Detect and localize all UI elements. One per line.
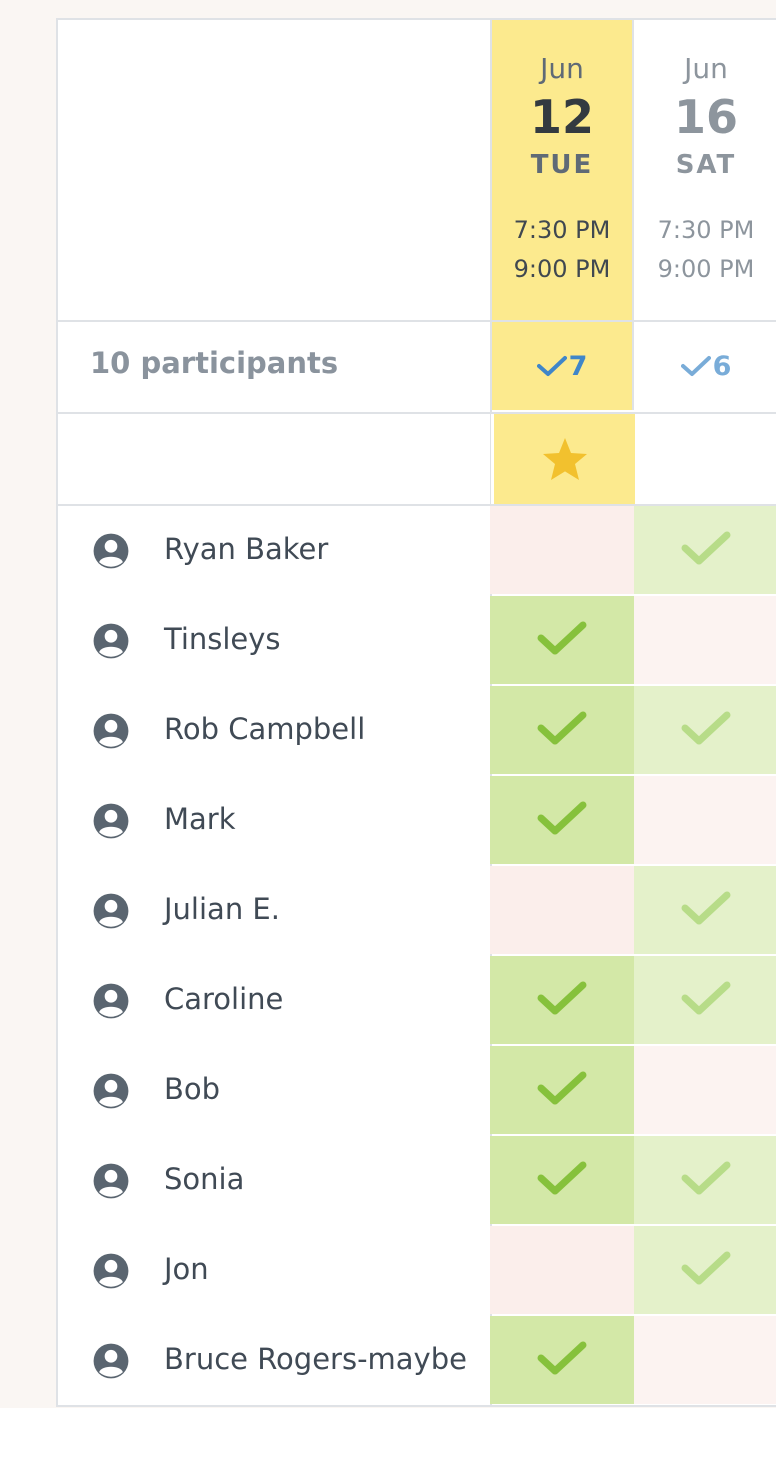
answer-cell-2-no [634, 1046, 776, 1134]
check-icon [536, 356, 567, 376]
check-icon [537, 1160, 587, 1200]
time-end: 9:00 PM [657, 255, 755, 283]
date-month: Jun [540, 52, 584, 85]
check-icon [537, 1070, 587, 1110]
participant-row: Mark [58, 776, 776, 866]
answer-cell-1-no [490, 866, 634, 954]
check-icon [681, 1250, 731, 1290]
answer-cell-1-yes [490, 1136, 634, 1224]
participant-name: Mark [164, 802, 236, 836]
time-start: 7:30 PM [657, 216, 755, 244]
user-avatar-icon [92, 712, 130, 750]
answer-cell-1-yes [490, 596, 634, 684]
best-option-row [58, 412, 776, 506]
answer-cell-2-yes [634, 1226, 776, 1314]
participant-name: Sonia [164, 1162, 245, 1196]
poll-table: Jun 12 TUE 7:30 PM 9:00 PM Jun 16 SAT 7:… [56, 18, 776, 1407]
check-icon [537, 710, 587, 750]
date-column-1[interactable]: Jun 12 TUE 7:30 PM 9:00 PM [490, 20, 634, 320]
answer-cell-2-yes [634, 956, 776, 1044]
star-icon [542, 438, 587, 480]
check-icon [681, 710, 731, 750]
check-icon [681, 1160, 731, 1200]
check-icon [681, 890, 731, 930]
participant-row: Sonia [58, 1136, 776, 1226]
answer-cell-2-yes [634, 686, 776, 774]
participant-row: Bob [58, 1046, 776, 1136]
best-option-marker [491, 414, 635, 504]
date-weekday: SAT [675, 150, 737, 180]
vote-count-value: 6 [712, 350, 732, 382]
user-avatar-icon [92, 1162, 130, 1200]
answer-cell-1-yes [490, 1046, 634, 1134]
answer-cell-1-yes [490, 686, 634, 774]
participant-name: Bob [164, 1072, 221, 1106]
participant-name: Ryan Baker [164, 532, 329, 566]
answer-cell-1-yes [490, 956, 634, 1044]
participant-row: Bruce Rogers-maybe [58, 1316, 776, 1406]
vote-count-2: 6 [634, 322, 776, 410]
check-icon [537, 800, 587, 840]
participant-row: Jon [58, 1226, 776, 1316]
date-header-row: Jun 12 TUE 7:30 PM 9:00 PM Jun 16 SAT 7:… [58, 20, 776, 320]
participant-row: Caroline [58, 956, 776, 1046]
check-icon [537, 1340, 587, 1380]
answer-cell-2-no [634, 1316, 776, 1404]
answer-cell-2-no [634, 596, 776, 684]
vote-count-row: 10 participants 7 6 [58, 320, 776, 412]
user-avatar-icon [92, 1342, 130, 1380]
answer-cell-1-yes [490, 776, 634, 864]
participant-row: Tinsleys [58, 596, 776, 686]
check-icon [680, 356, 711, 376]
check-icon [537, 980, 587, 1020]
answer-cell-2-yes [634, 506, 776, 594]
check-icon [681, 980, 731, 1020]
user-avatar-icon [92, 802, 130, 840]
user-avatar-icon [92, 532, 130, 570]
answer-cell-1-yes [490, 1316, 634, 1404]
participant-name: Tinsleys [164, 622, 281, 656]
date-weekday: TUE [530, 150, 594, 180]
participant-name: Caroline [164, 982, 284, 1016]
user-avatar-icon [92, 982, 130, 1020]
participant-row: Julian E. [58, 866, 776, 956]
date-column-2[interactable]: Jun 16 SAT 7:30 PM 9:00 PM [634, 20, 776, 320]
answer-cell-2-no [634, 776, 776, 864]
participant-name: Bruce Rogers-maybe [164, 1342, 467, 1376]
vote-count-1: 7 [490, 322, 634, 410]
participant-row: Rob Campbell [58, 686, 776, 776]
check-icon [537, 620, 587, 660]
user-avatar-icon [92, 622, 130, 660]
participant-name: Jon [164, 1252, 209, 1286]
answer-cell-2-yes [634, 1136, 776, 1224]
date-month: Jun [684, 52, 728, 85]
check-icon [681, 530, 731, 570]
time-end: 9:00 PM [513, 255, 611, 283]
participant-name: Julian E. [164, 892, 280, 926]
user-avatar-icon [92, 892, 130, 930]
time-start: 7:30 PM [513, 216, 611, 244]
participant-name: Rob Campbell [164, 712, 366, 746]
answer-cell-2-yes [634, 866, 776, 954]
user-avatar-icon [92, 1252, 130, 1290]
answer-cell-1-no [490, 1226, 634, 1314]
user-avatar-icon [92, 1072, 130, 1110]
date-day: 12 [529, 90, 594, 144]
answer-cell-1-no [490, 506, 634, 594]
participants-count: 10 participants [90, 346, 339, 380]
vote-count-value: 7 [568, 350, 588, 382]
date-day: 16 [673, 90, 738, 144]
participant-row: Ryan Baker [58, 506, 776, 596]
